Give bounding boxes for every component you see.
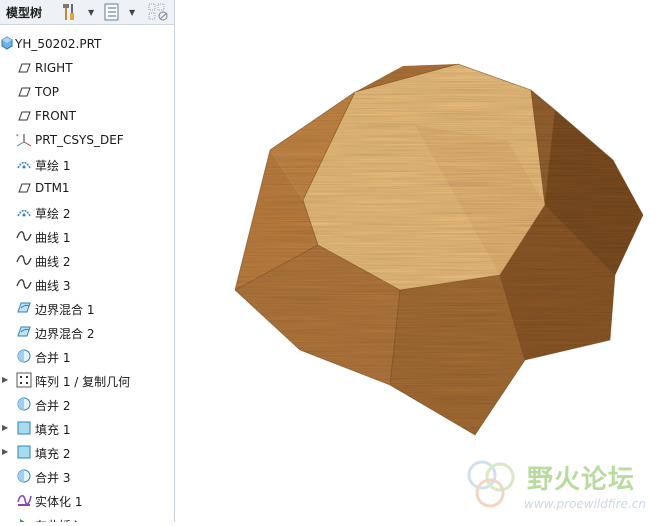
datum-plane-icon	[16, 180, 32, 196]
tree-item[interactable]: 在此插入	[0, 512, 174, 522]
tree-item-label: 在此插入	[35, 517, 83, 522]
expand-arrow-icon[interactable]: ▶	[2, 423, 10, 433]
tree-item-label: 曲线 1	[35, 231, 71, 245]
tree-item-label: 草绘 2	[35, 207, 71, 221]
tree-item[interactable]: 实体化 1	[0, 488, 174, 512]
solidify-icon	[16, 492, 32, 508]
tree-item[interactable]: RIGHT	[0, 56, 174, 80]
boundary-blend-icon	[16, 324, 32, 340]
dropdown-arrow-icon[interactable]: ▼	[129, 2, 135, 22]
tree-item-label: 填充 2	[35, 447, 71, 461]
dropdown-arrow-icon[interactable]: ▼	[88, 2, 94, 22]
part-icon	[0, 36, 16, 52]
datum-plane-icon	[16, 84, 32, 100]
csys-icon: *	[16, 132, 32, 148]
tree-filter-button[interactable]	[148, 2, 170, 22]
tree-settings-button[interactable]	[103, 2, 121, 22]
watermark-url: www.proewildfire.cn	[524, 497, 646, 511]
tree-item[interactable]: 曲线 1	[0, 224, 174, 248]
tools-button[interactable]	[60, 2, 80, 22]
tree-item[interactable]: TOP	[0, 80, 174, 104]
datum-plane-icon	[16, 60, 32, 76]
insert-here-icon	[16, 516, 32, 522]
tree-settings-icon	[104, 3, 119, 21]
tree-item-label: TOP	[35, 85, 60, 99]
tree-item-label: 曲线 2	[35, 255, 71, 269]
curve-icon	[16, 276, 32, 292]
tree-item-label: 阵列 1 / 复制几何	[35, 375, 131, 389]
svg-text:*: *	[16, 134, 19, 140]
tree-item[interactable]: * PRT_CSYS_DEF	[0, 128, 174, 152]
tree-item-label: DTM1	[35, 181, 70, 195]
tree-item-label: 边界混合 2	[35, 327, 95, 341]
curve-icon	[16, 228, 32, 244]
boundary-blend-icon	[16, 300, 32, 316]
merge-icon	[16, 348, 32, 364]
tools-icon	[63, 4, 74, 20]
tree-item-label: 边界混合 1	[35, 303, 95, 317]
tree-item[interactable]: ▶ 填充 1	[0, 416, 174, 440]
tree-item[interactable]: 边界混合 2	[0, 320, 174, 344]
tree-item-label: 草绘 1	[35, 159, 71, 173]
expand-arrow-icon[interactable]: ▶	[2, 375, 10, 385]
tree-item-label: 合并 3	[35, 471, 71, 485]
tree-item-label: YH_50202.PRT	[15, 37, 102, 51]
tree-item-label: 曲线 3	[35, 279, 71, 293]
datum-plane-icon	[16, 108, 32, 124]
tree-filter-icon	[148, 3, 168, 21]
tree-item[interactable]: ▶ 阵列 1 / 复制几何	[0, 368, 174, 392]
tree-item[interactable]: 合并 1	[0, 344, 174, 368]
tree-item[interactable]: FRONT	[0, 104, 174, 128]
model-render	[234, 63, 644, 436]
dodecahedron-solid	[234, 63, 644, 436]
tree-item[interactable]: DTM1	[0, 176, 174, 200]
tree-item-label: RIGHT	[35, 61, 73, 75]
panel-title: 模型树	[6, 6, 43, 20]
tree-item[interactable]: 合并 2	[0, 392, 174, 416]
tree-item[interactable]: 曲线 2	[0, 248, 174, 272]
tree-item-label: PRT_CSYS_DEF	[35, 133, 124, 147]
graphics-viewport[interactable]	[175, 0, 670, 522]
tree-item-label: 实体化 1	[35, 495, 83, 509]
tree-item-label: FRONT	[35, 109, 76, 123]
tree-item-label: 合并 2	[35, 399, 71, 413]
tree-item-label: 合并 1	[35, 351, 71, 365]
curve-icon	[16, 252, 32, 268]
watermark-name: 野火论坛	[527, 465, 636, 495]
model-tree-panel: 模型树 ▼ ▼ YH_50202.PRT RIGHT TOP FRONT * P…	[0, 0, 175, 522]
merge-icon	[16, 396, 32, 412]
tree-item[interactable]: ▶ 填充 2	[0, 440, 174, 464]
tree-item-label: 填充 1	[35, 423, 71, 437]
fill-icon	[16, 444, 32, 460]
model-tree-toolbar: 模型树 ▼ ▼	[0, 0, 174, 25]
tree-root-item[interactable]: YH_50202.PRT	[0, 32, 174, 56]
tree-item[interactable]: 草绘 1	[0, 152, 174, 176]
sketch-icon	[16, 204, 32, 220]
tree-item[interactable]: 草绘 2	[0, 200, 174, 224]
tree-item[interactable]: 曲线 3	[0, 272, 174, 296]
fill-icon	[16, 420, 32, 436]
tree-item[interactable]: 合并 3	[0, 464, 174, 488]
pattern-icon	[16, 372, 32, 388]
sketch-icon	[16, 156, 32, 172]
expand-arrow-icon[interactable]: ▶	[2, 447, 10, 457]
merge-icon	[16, 468, 32, 484]
tree-item[interactable]: 边界混合 1	[0, 296, 174, 320]
